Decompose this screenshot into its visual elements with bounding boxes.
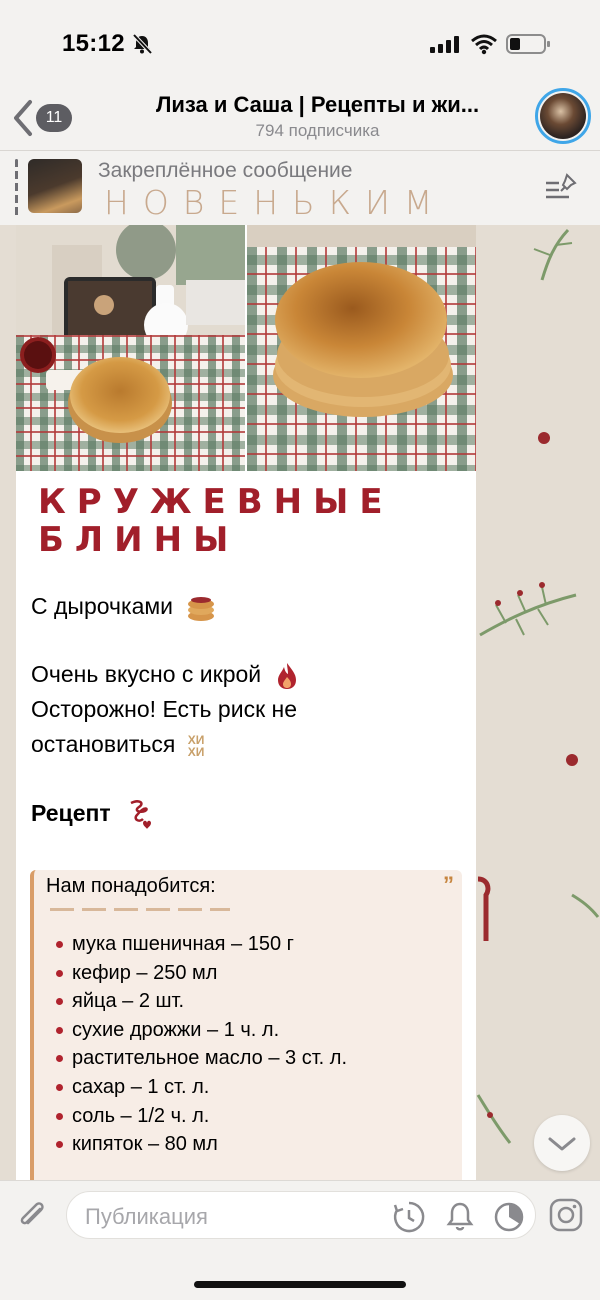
paperclip-icon[interactable] (14, 1197, 50, 1233)
wifi-icon (471, 34, 497, 55)
berry-decoration (566, 754, 578, 766)
composer-bar: Публикация (0, 1180, 600, 1300)
recipe-title-row: Рецепт (31, 797, 157, 833)
heading-line-1: КРУЖЕВНЫЕ (38, 482, 394, 522)
chat-header: 11 Лиза и Саша | Рецепты и жи... 794 под… (0, 88, 600, 150)
bell-off-icon (132, 33, 153, 55)
ingredient-item: сухие дрожжи – 1 ч. л. (56, 1016, 347, 1045)
post-heading: КРУЖЕВНЫЕ БЛИНЫ (38, 483, 458, 559)
ingredient-item: растительное масло – 3 ст. л. (56, 1044, 347, 1073)
battery-icon (506, 34, 550, 54)
sprig-decoration (476, 1094, 512, 1144)
sprig-decoration (571, 893, 600, 918)
channel-avatar[interactable] (535, 88, 591, 144)
channel-title[interactable]: Лиза и Саша | Рецепты и жи... (110, 92, 525, 118)
ingredient-item: яйца – 2 шт. (56, 987, 347, 1016)
quote-mark-icon: ” (443, 872, 454, 897)
swirl-heart-icon (130, 800, 152, 829)
pinned-indicator (15, 159, 18, 217)
ingredient-item: кипяток – 80 мл (56, 1130, 347, 1159)
sprig-decoration (479, 582, 577, 637)
text-caviar: Очень вкусно с икрой (31, 661, 262, 687)
post-line: С дырочками (31, 591, 217, 624)
scroll-down-button[interactable] (534, 1115, 590, 1171)
post-line: Очень вкусно с икрой (31, 659, 300, 691)
post-line: Осторожно! Есть риск не (31, 696, 298, 722)
status-time: 15:12 (62, 30, 125, 57)
sprig-decoration (533, 228, 573, 281)
berry-decoration (538, 432, 550, 444)
chevron-down-icon (548, 1137, 576, 1151)
quote-title: Нам понадобится: (46, 875, 216, 897)
pinned-message-bar[interactable]: Закреплённое сообщение НОВЕНЬКИМ (0, 150, 600, 225)
pinned-text: НОВЕНЬКИМ (104, 183, 447, 222)
text-stop: остановиться (31, 731, 176, 757)
ingredient-item: соль – 1/2 ч. л. (56, 1102, 347, 1131)
publication-input[interactable]: Публикация (66, 1191, 536, 1239)
post-photo[interactable] (247, 225, 476, 471)
fire-emoji-icon (277, 662, 296, 689)
text-holes: С дырочками (31, 593, 174, 619)
candy-cane-decoration (477, 876, 491, 941)
cellular-signal-icon (430, 36, 459, 53)
home-indicator (194, 1281, 406, 1288)
status-bar: 15:12 (0, 0, 600, 88)
subscriber-count: 794 подписчика (255, 121, 380, 140)
ingredient-item: кефир – 250 мл (56, 959, 347, 988)
quote-divider (50, 908, 230, 911)
publication-placeholder: Публикация (85, 1204, 208, 1229)
notification-bell-icon[interactable] (445, 1200, 475, 1234)
ingredients-quote: Нам понадобится: ” мука пшеничная – 150 … (30, 870, 462, 1180)
instagram-camera-icon[interactable] (548, 1197, 584, 1233)
ingredient-item: сахар – 1 ст. л. (56, 1073, 347, 1102)
post-line: остановиться ХИ ХИ (31, 729, 212, 759)
hihi-sticker-icon: ХИ ХИ (187, 732, 205, 759)
ingredients-list: мука пшеничная – 150 г кефир – 250 мл яй… (56, 930, 347, 1159)
timer-clock-icon[interactable] (492, 1200, 526, 1234)
ingredient-item: мука пшеничная – 150 г (56, 930, 347, 959)
channel-post: КРУЖЕВНЫЕ БЛИНЫ С дырочками Очень вкусно… (16, 225, 476, 1180)
pinned-list-icon[interactable] (545, 173, 579, 203)
recipe-title: Рецепт (31, 800, 111, 827)
back-chevron-icon[interactable] (10, 98, 34, 138)
post-photo[interactable] (16, 225, 245, 471)
pinned-thumbnail (28, 159, 82, 213)
heading-line-2: БЛИНЫ (38, 520, 240, 560)
unread-count-badge[interactable]: 11 (36, 104, 72, 132)
pinned-label: Закреплённое сообщение (98, 159, 353, 182)
scheduled-timer-icon[interactable] (392, 1200, 426, 1234)
pancakes-emoji-icon (188, 596, 215, 621)
